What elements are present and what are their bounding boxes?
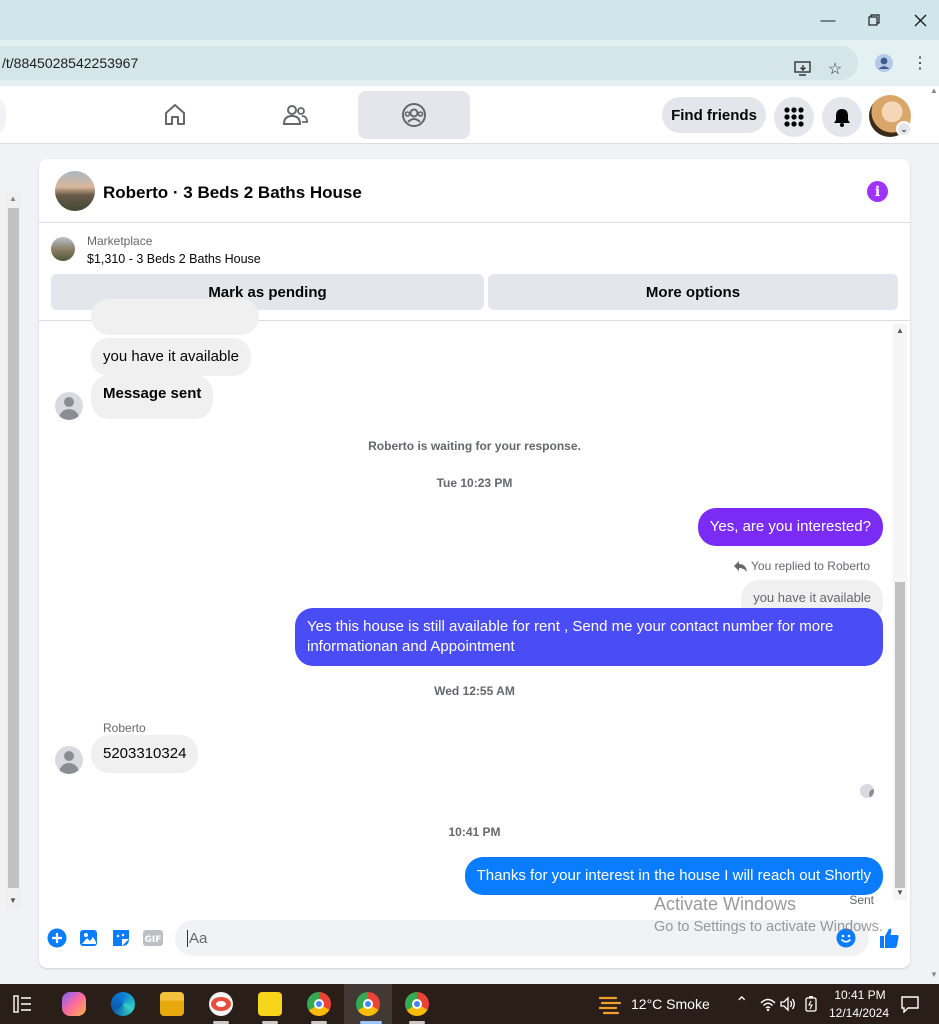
message-list: you have it available Message sent Rober… <box>39 299 910 907</box>
volume-icon[interactable] <box>780 996 796 1017</box>
task-view-icon[interactable] <box>13 995 33 1018</box>
groups-icon <box>402 103 426 127</box>
message-bubble-outgoing[interactable]: Yes, are you interested? <box>697 508 883 546</box>
chrome-profile-a-icon[interactable] <box>307 992 331 1016</box>
page-scrollbar[interactable]: ▲ ▼ <box>6 192 21 910</box>
listing-title[interactable]: $1,310 - 3 Beds 2 Baths House <box>87 252 261 266</box>
chrome-profile-b-icon[interactable] <box>405 992 429 1016</box>
windows-taskbar: 12°C Smoke ⌃ 10:41 PM 12/14/2024 <box>0 984 939 1024</box>
contact-avatar[interactable] <box>55 392 83 420</box>
clock-time[interactable]: 10:41 PM <box>832 988 888 1002</box>
notification-center-icon[interactable] <box>901 995 919 1018</box>
edge-browser-icon[interactable] <box>111 992 135 1016</box>
scroll-up-arrow-icon[interactable]: ▲ <box>9 194 17 203</box>
url-field[interactable]: /t/8845028542253967 ☆ <box>0 46 858 80</box>
marketplace-label: Marketplace <box>87 234 153 248</box>
add-plus-icon[interactable] <box>47 928 67 948</box>
reply-indicator: You replied to Roberto <box>734 559 870 573</box>
scroll-down-arrow-icon[interactable]: ▼ <box>9 896 17 905</box>
message-bubble-cut <box>91 299 259 335</box>
message-bubble-incoming[interactable]: 5203310324 <box>91 735 199 773</box>
clock-date[interactable]: 12/14/2024 <box>826 1006 892 1020</box>
menu-grid-button[interactable] <box>774 97 814 137</box>
delivery-status: Sent <box>849 893 874 907</box>
search-pill[interactable] <box>0 98 6 134</box>
copilot-icon[interactable] <box>62 992 86 1016</box>
chat-scroll-down-icon[interactable]: ▼ <box>896 888 904 897</box>
timestamp: Tue 10:23 PM <box>436 476 513 490</box>
chat-header: Roberto · 3 Beds 2 Baths House i <box>39 159 910 223</box>
install-app-icon[interactable] <box>792 58 814 80</box>
message-bubble-incoming[interactable]: Message sent <box>91 375 214 419</box>
message-input-placeholder: Aa <box>187 930 208 947</box>
weather-smoke-icon[interactable] <box>598 993 622 1020</box>
reply-label: You replied to Roberto <box>751 559 870 573</box>
profile-icon[interactable] <box>873 52 895 74</box>
photo-icon[interactable] <box>79 928 99 948</box>
wifi-icon[interactable] <box>760 996 776 1017</box>
file-explorer-icon[interactable] <box>160 992 184 1016</box>
chat-scroll-up-icon[interactable]: ▲ <box>896 326 904 335</box>
home-tab[interactable] <box>119 91 231 139</box>
gif-icon[interactable]: GIF <box>143 928 163 948</box>
chrome-active-icon[interactable] <box>356 992 380 1016</box>
menu-dots-icon[interactable]: ⋮ <box>909 52 931 74</box>
chevron-down-icon[interactable]: ⌄ <box>896 121 912 137</box>
friends-icon <box>282 105 308 125</box>
sender-name: Roberto <box>103 721 146 735</box>
activate-windows-subtitle: Go to Settings to activate Windows. <box>654 919 883 935</box>
home-icon <box>165 104 185 125</box>
listing-thumbnail[interactable] <box>55 171 95 211</box>
minimize-icon[interactable]: — <box>816 8 840 32</box>
sticker-icon[interactable] <box>111 928 131 948</box>
friends-tab[interactable] <box>239 91 351 139</box>
info-icon[interactable]: i <box>867 181 888 202</box>
browser-titlebar: — <box>0 0 939 40</box>
waiting-notice: Roberto is waiting for your response. <box>368 439 581 453</box>
read-receipt-avatar <box>860 784 874 798</box>
page-scrollbar-thumb[interactable] <box>8 208 19 888</box>
chat-scrollbar-thumb[interactable] <box>895 582 905 888</box>
sticky-notes-icon[interactable] <box>258 992 282 1016</box>
window-scroll-down-icon[interactable]: ▼ <box>930 970 938 979</box>
bell-icon <box>834 109 850 127</box>
timestamp: Wed 12:55 AM <box>434 684 515 698</box>
listing-small-thumbnail[interactable] <box>51 237 75 261</box>
more-options-button[interactable]: More options <box>488 274 898 310</box>
contact-avatar[interactable] <box>55 746 83 774</box>
restore-icon[interactable] <box>862 8 886 32</box>
address-bar: /t/8845028542253967 ☆ ⋮ <box>0 40 939 86</box>
snipping-tool-icon[interactable] <box>209 992 233 1016</box>
message-bubble-outgoing[interactable]: Yes this house is still available for re… <box>295 608 883 666</box>
groups-tab[interactable] <box>358 91 470 139</box>
close-icon[interactable] <box>908 8 932 32</box>
notifications-button[interactable] <box>822 97 862 137</box>
weather-text[interactable]: 12°C Smoke <box>631 996 710 1012</box>
facebook-navbar: Find friends ⌄ <box>0 86 939 144</box>
activate-windows-title: Activate Windows <box>654 894 797 914</box>
chat-panel: Roberto · 3 Beds 2 Baths House i Marketp… <box>39 159 910 968</box>
chat-scrollbar[interactable]: ▲ ▼ <box>893 324 907 900</box>
bookmark-star-icon[interactable]: ☆ <box>824 58 846 80</box>
timestamp: 10:41 PM <box>448 825 501 839</box>
chevron-up-icon[interactable]: ⌃ <box>735 993 748 1013</box>
window-scroll-up-icon[interactable]: ▲ <box>930 86 938 95</box>
find-friends-button[interactable]: Find friends <box>662 97 766 133</box>
message-bubble-incoming[interactable]: you have it available <box>91 338 251 376</box>
battery-icon[interactable] <box>804 996 818 1017</box>
reply-arrow-icon <box>734 560 748 572</box>
svg-text:GIF: GIF <box>145 935 162 945</box>
url-text: /t/8845028542253967 <box>2 55 139 71</box>
grid-icon <box>784 107 804 127</box>
message-bubble-outgoing[interactable]: Thanks for your interest in the house I … <box>464 857 883 895</box>
chat-title[interactable]: Roberto · 3 Beds 2 Baths House <box>103 183 362 203</box>
